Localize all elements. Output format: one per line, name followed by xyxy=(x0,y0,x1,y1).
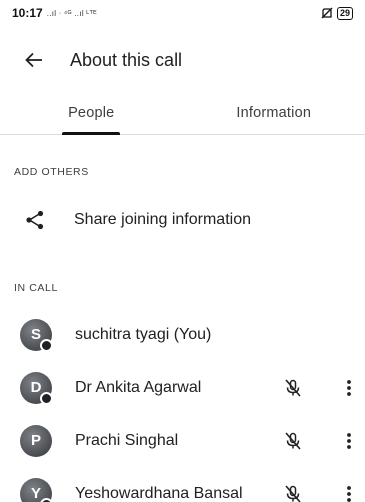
participant-name: Yeshowardhana Bansal xyxy=(75,484,243,502)
network-indicator: ..ıl ᐧ ⁴ᴳ ..ıl ᴸᵀᴱ xyxy=(46,8,97,18)
participant-row[interactable]: D Dr Ankita Agarwal xyxy=(0,361,365,414)
add-others-header: ADD OTHERS xyxy=(14,166,89,178)
more-options-button[interactable] xyxy=(335,374,363,402)
presence-dot xyxy=(40,338,53,352)
more-options-button[interactable] xyxy=(335,427,363,455)
back-button[interactable] xyxy=(12,38,56,82)
more-options-button[interactable] xyxy=(335,480,363,502)
avatar: S xyxy=(20,318,53,352)
mic-off-button[interactable] xyxy=(281,429,305,453)
share-icon xyxy=(23,208,47,232)
avatar-initial: P xyxy=(20,424,52,457)
presence-dot xyxy=(40,391,53,405)
avatar: D xyxy=(20,371,53,405)
more-vert-icon xyxy=(347,485,351,502)
page-title: About this call xyxy=(70,49,183,70)
share-joining-info-button[interactable]: Share joining information xyxy=(0,198,365,242)
tab-bar: People Information xyxy=(0,92,365,135)
notification-icon xyxy=(321,7,333,19)
status-left: 10:17 ..ıl ᐧ ⁴ᴳ ..ıl ᴸᵀᴱ xyxy=(12,6,97,20)
more-vert-icon xyxy=(347,432,351,449)
mic-off-button[interactable] xyxy=(281,482,305,502)
share-label: Share joining information xyxy=(74,211,251,228)
mic-off-icon xyxy=(285,378,301,397)
in-call-header: IN CALL xyxy=(14,282,58,294)
more-vert-icon xyxy=(347,379,351,396)
participant-list: S suchitra tyagi (You) D Dr Ankita Agarw… xyxy=(0,308,365,502)
participant-name: Prachi Singhal xyxy=(75,431,179,449)
avatar: Y xyxy=(20,477,53,502)
battery-indicator: 29 xyxy=(336,6,353,20)
status-right: 29 xyxy=(321,6,353,20)
participant-row[interactable]: S suchitra tyagi (You) xyxy=(0,308,365,361)
avatar: P xyxy=(20,424,52,457)
app-bar: About this call xyxy=(0,38,365,82)
mic-off-button[interactable] xyxy=(281,376,305,400)
tab-people[interactable]: People xyxy=(0,92,183,134)
mic-off-icon xyxy=(285,484,301,502)
tab-information[interactable]: Information xyxy=(183,92,365,134)
status-bar: 10:17 ..ıl ᐧ ⁴ᴳ ..ıl ᴸᵀᴱ 29 xyxy=(0,0,365,26)
arrow-back-icon xyxy=(25,52,42,68)
participant-name: suchitra tyagi (You) xyxy=(75,325,212,343)
participant-name: Dr Ankita Agarwal xyxy=(75,378,202,396)
participant-row[interactable]: Y Yeshowardhana Bansal xyxy=(0,467,365,502)
about-call-screen: 10:17 ..ıl ᐧ ⁴ᴳ ..ıl ᴸᵀᴱ 29 About this c… xyxy=(0,0,365,502)
mic-off-icon xyxy=(285,431,301,450)
participant-row[interactable]: P Prachi Singhal xyxy=(0,414,365,467)
status-time: 10:17 xyxy=(12,6,43,20)
